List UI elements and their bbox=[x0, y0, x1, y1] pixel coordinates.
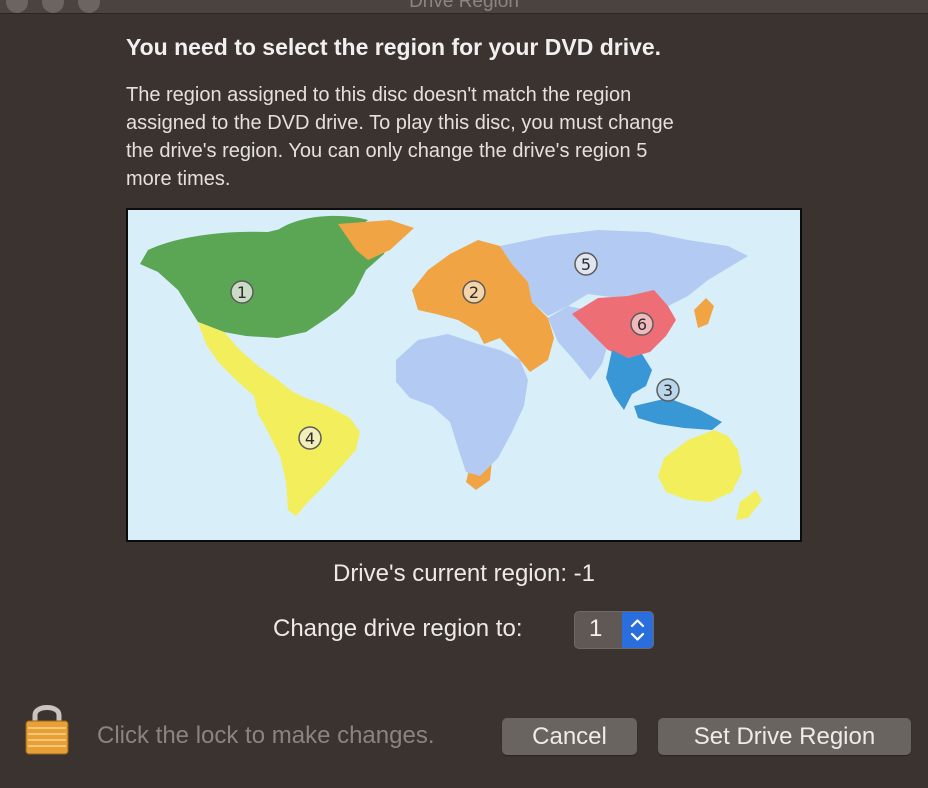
region-badge-6: 6 bbox=[630, 312, 654, 336]
region-map: 1 2 5 6 3 4 bbox=[126, 208, 802, 542]
up-down-chevron-icon[interactable] bbox=[622, 612, 653, 648]
region-3-area[interactable] bbox=[634, 398, 722, 430]
world-map-graphic: 1 2 5 6 3 4 bbox=[140, 215, 762, 520]
region-4-area[interactable] bbox=[658, 430, 742, 502]
dialog-heading: You need to select the region for your D… bbox=[126, 34, 662, 60]
region-5-area[interactable] bbox=[396, 334, 528, 476]
region-badge-1: 1 bbox=[230, 280, 254, 304]
title-bar: Drive Region bbox=[0, 0, 928, 14]
region-badge-5: 5 bbox=[574, 252, 598, 276]
svg-text:1: 1 bbox=[237, 283, 247, 302]
region-badge-2: 2 bbox=[462, 280, 486, 304]
region-select-value: 1 bbox=[589, 615, 603, 642]
region-3-area[interactable] bbox=[606, 350, 652, 410]
region-badge-3: 3 bbox=[656, 378, 680, 402]
change-region-label: Change drive region to: bbox=[273, 615, 523, 642]
region-4-area[interactable] bbox=[198, 322, 360, 516]
svg-text:6: 6 bbox=[637, 315, 647, 334]
svg-text:5: 5 bbox=[581, 255, 591, 274]
set-drive-region-button[interactable]: Set Drive Region bbox=[658, 718, 911, 755]
current-region-label: Drive's current region: -1 bbox=[332, 560, 595, 587]
lock-icon[interactable] bbox=[24, 699, 70, 762]
svg-text:4: 4 bbox=[305, 429, 315, 448]
region-4-area[interactable] bbox=[736, 490, 762, 520]
dialog-description: The region assigned to this disc doesn't… bbox=[126, 84, 674, 190]
window-title: Drive Region bbox=[409, 0, 519, 12]
cancel-button[interactable]: Cancel bbox=[502, 718, 637, 755]
lock-hint-text: Click the lock to make changes. bbox=[97, 722, 435, 749]
svg-text:2: 2 bbox=[469, 283, 479, 302]
svg-text:3: 3 bbox=[663, 381, 673, 400]
region-select[interactable]: 1 bbox=[574, 611, 654, 649]
region-badge-4: 4 bbox=[298, 426, 322, 450]
region-2-area[interactable] bbox=[694, 298, 714, 328]
